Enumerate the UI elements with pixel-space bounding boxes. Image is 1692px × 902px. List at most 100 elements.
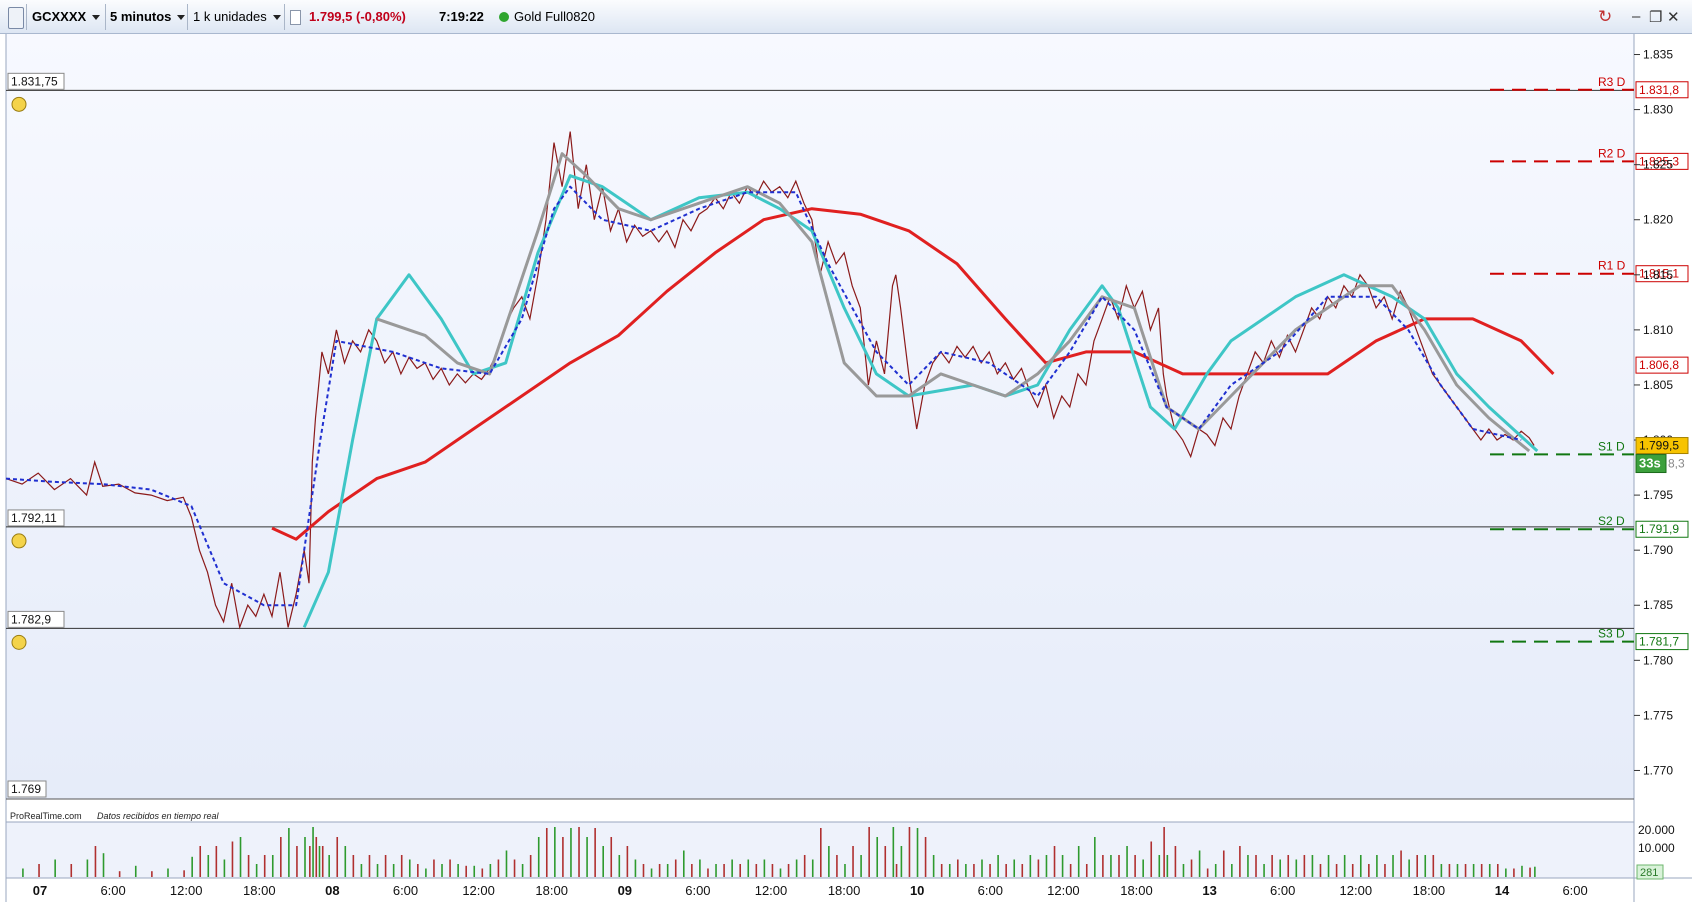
volume-bar xyxy=(231,841,234,877)
restore-icon[interactable]: ❐ xyxy=(1649,8,1662,26)
volume-bar xyxy=(828,846,830,877)
pivot-name: R2 D xyxy=(1598,146,1626,160)
y-tick-label: 1.820 xyxy=(1643,213,1673,227)
volume-bar xyxy=(787,864,790,877)
volume-bar xyxy=(779,868,782,877)
volume-value: 281 xyxy=(1640,867,1658,879)
volume-bar xyxy=(1029,855,1032,877)
volume-bar xyxy=(957,859,959,877)
pivot-name: S3 D xyxy=(1598,627,1625,641)
volume-bar xyxy=(884,846,887,877)
volume-bar xyxy=(578,827,580,877)
pivot-value: 1.831,8 xyxy=(1639,83,1679,97)
volume-bar xyxy=(1118,855,1120,877)
volume-tick-label: 10.000 xyxy=(1638,841,1675,855)
close-icon[interactable]: ✕ xyxy=(1667,8,1680,26)
volume-bar xyxy=(1279,859,1281,877)
volume-bar xyxy=(1134,855,1136,877)
x-tick-label: 18:00 xyxy=(535,883,568,898)
x-tick-label: 6:00 xyxy=(978,883,1003,898)
volume-bar xyxy=(497,859,500,877)
volume-bar xyxy=(223,859,226,877)
volume-bar xyxy=(1448,864,1451,877)
volume-bar xyxy=(1359,855,1362,877)
minimize-icon[interactable]: – xyxy=(1632,8,1640,25)
volume-bar xyxy=(1263,864,1265,877)
y-tick-label: 1.830 xyxy=(1643,103,1673,117)
layout-icon[interactable] xyxy=(8,7,24,29)
volume-bar xyxy=(1480,864,1483,877)
volume-bar xyxy=(731,859,733,877)
volume-bar xyxy=(1432,855,1435,877)
volume-bar xyxy=(836,855,838,877)
x-tick-label: 18:00 xyxy=(1120,883,1153,898)
refresh-icon[interactable]: ↻ xyxy=(1598,7,1612,27)
bell-icon[interactable] xyxy=(11,96,27,112)
volume-bar xyxy=(747,859,750,877)
volume-bar xyxy=(545,828,548,877)
volume-bar xyxy=(1142,859,1144,877)
timeframe-label: 5 minutos xyxy=(110,9,172,24)
volume-bar xyxy=(771,864,774,877)
volume-bar xyxy=(167,868,169,877)
y-tick-label: 1.810 xyxy=(1643,323,1673,337)
volume-bar xyxy=(795,859,798,877)
timeframe-select[interactable]: 5 minutos xyxy=(110,6,186,28)
volume-bar xyxy=(433,859,435,877)
pivot-name: R3 D xyxy=(1598,75,1626,89)
volume-bar xyxy=(489,864,492,877)
volume-bar xyxy=(618,855,621,877)
volume-bar xyxy=(586,837,588,877)
volume-bar xyxy=(924,837,927,877)
volume-bar xyxy=(513,859,516,877)
volume-bar xyxy=(895,864,898,877)
volume-bar xyxy=(570,828,572,877)
volume-bar xyxy=(312,827,314,877)
instrument-name: Gold Full0820 xyxy=(514,9,595,24)
clock-time: 7:19:22 xyxy=(439,9,484,24)
volume-bar xyxy=(247,855,250,877)
volume-bar xyxy=(658,864,661,877)
volume-bar xyxy=(610,837,613,877)
volume-bar xyxy=(989,864,991,877)
bell-icon[interactable] xyxy=(11,634,27,650)
x-tick-label: 6:00 xyxy=(393,883,418,898)
volume-bar xyxy=(328,855,330,877)
volume-bar xyxy=(707,868,709,877)
volume-bar xyxy=(1021,864,1024,877)
partial-value: 8,3 xyxy=(1668,457,1685,471)
volume-bar xyxy=(321,846,324,877)
level-label: 1.792,11 xyxy=(11,511,57,525)
bell-icon[interactable] xyxy=(11,533,27,549)
volume-bar xyxy=(215,846,218,877)
volume-bar xyxy=(1239,846,1241,877)
x-tick-label: 6:00 xyxy=(1562,883,1587,898)
symbol-select[interactable]: GCXXXX xyxy=(32,6,101,28)
y-tick-label: 1.785 xyxy=(1643,598,1673,612)
pivot-value: 1.781,7 xyxy=(1639,635,1679,649)
countdown: 33s xyxy=(1639,456,1661,471)
volume-bar xyxy=(134,865,137,877)
chevron-down-icon xyxy=(272,15,281,21)
volume-bar xyxy=(1513,868,1515,877)
volume-bar xyxy=(1198,850,1201,877)
volume-bar xyxy=(1392,855,1394,877)
volume-bar xyxy=(1464,864,1467,877)
volume-bar xyxy=(820,828,822,877)
volume-bar xyxy=(981,859,983,877)
volume-bar xyxy=(1069,864,1072,877)
volume-bar xyxy=(1335,864,1338,877)
volume-bar xyxy=(1163,827,1165,877)
volume-bar xyxy=(473,865,476,877)
units-select[interactable]: 1 k unidades xyxy=(193,6,281,28)
price-chart[interactable]: 1.831,75 1.792,11 1.782,9 1.769 R3 D 1.831,8… xyxy=(0,34,1692,902)
volume-bar xyxy=(1126,846,1128,877)
volume-bar xyxy=(505,850,508,877)
x-tick-label: 14 xyxy=(1495,883,1510,898)
volume-bar xyxy=(255,864,258,877)
volume-bar xyxy=(304,837,306,877)
volume-bar xyxy=(199,846,202,877)
volume-bar xyxy=(441,864,443,877)
volume-bar xyxy=(537,837,540,877)
info-icon[interactable] xyxy=(290,10,301,25)
